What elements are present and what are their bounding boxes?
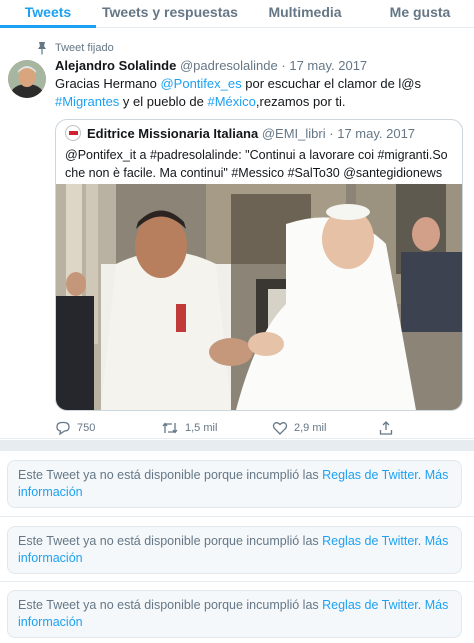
author-handle[interactable]: @padresolalinde	[180, 58, 278, 73]
unavailable-tweet-notice: Este Tweet ya no está disponible porque …	[7, 590, 462, 638]
avatar-image	[8, 60, 46, 98]
retweet-count: 1,5 mil	[185, 422, 218, 434]
quote-text: @Pontifex_it a #padresolalinde: "Continu…	[65, 148, 448, 180]
pinned-label: Tweet fijado	[55, 42, 114, 54]
tweet-date[interactable]: 17 may. 2017	[289, 58, 367, 73]
notice-text: Este Tweet ya no está disponible porque …	[18, 468, 323, 482]
pin-icon	[38, 42, 46, 55]
quote-header: Editrice Missionaria Italiana @EMI_libri…	[65, 124, 415, 142]
reply-count: 750	[77, 422, 96, 434]
tab-tweets-and-replies[interactable]: Tweets y respuestas	[96, 0, 244, 28]
notice-text: Este Tweet ya no está disponible porque …	[18, 534, 323, 548]
tweet-text-part: por escuchar el clamor de l@s	[241, 76, 422, 91]
retweet-icon	[162, 422, 178, 434]
tweet-text-part: Gracias Hermano	[55, 76, 161, 91]
mention-link[interactable]: @Pontifex_es	[160, 76, 241, 91]
tweet-text: Gracias Hermano @Pontifex_es por escucha…	[55, 75, 465, 111]
quote-photo[interactable]	[56, 184, 462, 410]
quoted-tweet[interactable]: Editrice Missionaria Italiana @EMI_libri…	[55, 119, 463, 411]
reply-button[interactable]: 750	[55, 420, 95, 436]
reply-icon	[56, 421, 70, 436]
twitter-rules-link[interactable]: Reglas de Twitter	[322, 468, 418, 482]
divider	[0, 581, 474, 582]
hashtag-link[interactable]: #Migrantes	[55, 94, 119, 109]
unavailable-tweet-notice: Este Tweet ya no está disponible porque …	[7, 460, 462, 508]
divider	[0, 516, 474, 517]
share-icon	[379, 421, 393, 435]
like-button[interactable]: 2,9 mil	[272, 420, 326, 436]
tweet-text-part: y el pueblo de	[119, 94, 208, 109]
section-separator	[0, 440, 474, 451]
share-button[interactable]	[378, 420, 400, 436]
quote-avatar	[65, 125, 81, 141]
quote-author-name: Editrice Missionaria Italiana	[87, 125, 259, 141]
quote-separator: ·	[329, 125, 334, 141]
quote-date: 17 may. 2017	[337, 125, 416, 141]
notice-dot: .	[417, 468, 425, 482]
tab-media[interactable]: Multimedia	[244, 0, 366, 28]
notice-text: Este Tweet ya no está disponible porque …	[18, 598, 323, 612]
quote-author-handle: @EMI_libri	[261, 125, 326, 141]
retweet-button[interactable]: 1,5 mil	[161, 420, 217, 436]
profile-tabs: Tweets Tweets y respuestas Multimedia Me…	[0, 0, 474, 28]
avatar[interactable]	[8, 60, 46, 98]
twitter-rules-link[interactable]: Reglas de Twitter	[322, 534, 418, 548]
twitter-rules-link[interactable]: Reglas de Twitter	[322, 598, 418, 612]
tweet-header: Alejandro Solalinde @padresolalinde · 17…	[55, 57, 465, 75]
tweet-content: Alejandro Solalinde @padresolalinde · 17…	[55, 57, 465, 111]
unavailable-tweet-notice: Este Tweet ya no está disponible porque …	[7, 526, 462, 574]
notice-dot: .	[417, 534, 425, 548]
heart-icon	[272, 422, 288, 435]
author-name[interactable]: Alejandro Solalinde	[55, 58, 176, 73]
notice-dot: .	[417, 598, 425, 612]
like-count: 2,9 mil	[294, 422, 327, 434]
pinned-tweet[interactable]: Tweet fijado Alejandro Solalinde @padres…	[0, 29, 474, 439]
tweet-text-part: ,rezamos por ti.	[255, 94, 346, 109]
tab-likes[interactable]: Me gusta	[366, 0, 474, 28]
tab-tweets[interactable]: Tweets	[0, 0, 96, 28]
pinned-indicator: Tweet fijado	[36, 41, 114, 55]
header-separator: ·	[281, 58, 286, 73]
tweet-actions: 750 1,5 mil 2,9 mil	[55, 420, 465, 436]
hashtag-link[interactable]: #México	[208, 94, 256, 109]
